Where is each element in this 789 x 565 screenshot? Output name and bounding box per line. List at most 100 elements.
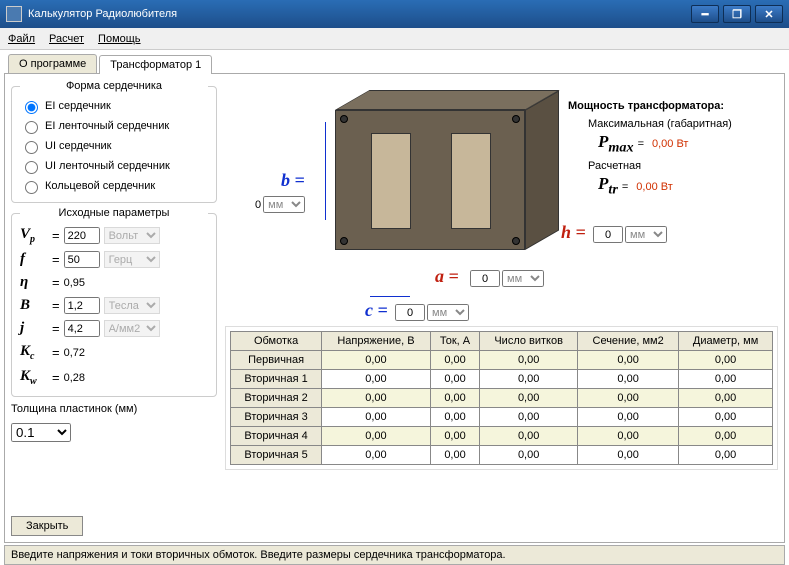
cell-turns: 0,00 xyxy=(480,351,578,370)
minimize-button[interactable]: ━ xyxy=(691,5,719,23)
ptr-value: 0,00 Вт xyxy=(636,181,672,193)
cell-winding-name: Вторичная 5 xyxy=(231,446,322,465)
cell-voltage[interactable]: 0,00 xyxy=(322,389,431,408)
th-winding: Обмотка xyxy=(231,332,322,351)
cell-diameter: 0,00 xyxy=(679,446,773,465)
cell-diameter: 0,00 xyxy=(679,351,773,370)
dim-a-unit[interactable]: мм xyxy=(502,270,544,287)
menu-calc[interactable]: Расчет xyxy=(49,33,84,45)
tab-transformer-1[interactable]: Трансформатор 1 xyxy=(99,55,212,74)
dim-h-label: h = xyxy=(561,222,586,243)
dim-b-value: 0 xyxy=(255,199,261,211)
cell-section: 0,00 xyxy=(578,446,679,465)
table-row: Вторичная 50,000,000,000,000,00 xyxy=(231,446,773,465)
dim-b-label: b = xyxy=(281,170,305,191)
input-b[interactable] xyxy=(64,297,100,314)
unit-j[interactable]: А/мм2 xyxy=(104,320,160,337)
dim-b-unit[interactable]: мм xyxy=(263,196,305,213)
input-vp[interactable] xyxy=(64,227,100,244)
cell-current[interactable]: 0,00 xyxy=(430,389,479,408)
sym-f: f xyxy=(20,251,48,268)
th-section: Сечение, мм2 xyxy=(578,332,679,351)
cell-voltage[interactable]: 0,00 xyxy=(322,446,431,465)
cell-section: 0,00 xyxy=(578,427,679,446)
cell-current[interactable]: 0,00 xyxy=(430,351,479,370)
menubar: Файл Расчет Помощь xyxy=(0,28,789,50)
sym-kw: Kw xyxy=(20,368,48,387)
screw-icon xyxy=(512,115,520,123)
cell-winding-name: Вторичная 4 xyxy=(231,427,322,446)
unit-f[interactable]: Герц xyxy=(104,251,160,268)
radio-ei-tape[interactable]: EI ленточный сердечник xyxy=(20,116,208,136)
table-row: Вторичная 40,000,000,000,000,00 xyxy=(231,427,773,446)
cell-winding-name: Вторичная 3 xyxy=(231,408,322,427)
cell-turns: 0,00 xyxy=(480,427,578,446)
cell-diameter: 0,00 xyxy=(679,427,773,446)
tab-about[interactable]: О программе xyxy=(8,54,97,73)
dim-c-input[interactable] xyxy=(395,304,425,321)
cell-diameter: 0,00 xyxy=(679,370,773,389)
pmax-value: 0,00 Вт xyxy=(652,138,688,150)
windings-table: Обмотка Напряжение, В Ток, А Число витко… xyxy=(230,331,773,465)
tab-strip: О программе Трансформатор 1 xyxy=(8,54,789,73)
table-row: Вторичная 30,000,000,000,000,00 xyxy=(231,408,773,427)
core-window-1 xyxy=(371,133,411,229)
power-calc-label: Расчетная xyxy=(588,160,778,172)
cell-current[interactable]: 0,00 xyxy=(430,446,479,465)
sym-j: j xyxy=(20,320,48,337)
radio-ui-tape[interactable]: UI ленточный сердечник xyxy=(20,156,208,176)
maximize-button[interactable]: ❐ xyxy=(723,5,751,23)
plate-thickness-select[interactable]: 0.1 xyxy=(11,423,71,442)
dim-c-unit[interactable]: мм xyxy=(427,304,469,321)
dim-a-label: a = xyxy=(435,266,459,287)
cell-current[interactable]: 0,00 xyxy=(430,370,479,389)
source-params-group: Исходные параметры Vp=Вольт f=Герц η=0,9… xyxy=(11,207,217,397)
cell-voltage[interactable]: 0,00 xyxy=(322,351,431,370)
core-side-face xyxy=(525,90,559,250)
th-voltage: Напряжение, В xyxy=(322,332,431,351)
cell-voltage[interactable]: 0,00 xyxy=(322,370,431,389)
close-button[interactable]: ✕ xyxy=(755,5,783,23)
cell-section: 0,00 xyxy=(578,370,679,389)
dim-h-unit[interactable]: мм xyxy=(625,226,667,243)
power-block: Мощность трансформатора: Максимальная (г… xyxy=(568,100,778,199)
cell-turns: 0,00 xyxy=(480,446,578,465)
cell-turns: 0,00 xyxy=(480,408,578,427)
radio-ei[interactable]: EI сердечник xyxy=(20,96,208,116)
sym-vp: Vp xyxy=(20,226,48,245)
val-kc: 0,72 xyxy=(64,347,85,359)
cell-current[interactable]: 0,00 xyxy=(430,408,479,427)
val-eta: 0,95 xyxy=(64,277,85,289)
cell-current[interactable]: 0,00 xyxy=(430,427,479,446)
input-f[interactable] xyxy=(64,251,100,268)
menu-file[interactable]: Файл xyxy=(8,33,35,45)
cell-voltage[interactable]: 0,00 xyxy=(322,408,431,427)
input-j[interactable] xyxy=(64,320,100,337)
table-row: Вторичная 20,000,000,000,000,00 xyxy=(231,389,773,408)
menu-help[interactable]: Помощь xyxy=(98,33,141,45)
cell-winding-name: Вторичная 2 xyxy=(231,389,322,408)
screw-icon xyxy=(340,115,348,123)
core-window-2 xyxy=(451,133,491,229)
sym-kc: Kc xyxy=(20,343,48,362)
close-panel-button[interactable]: Закрыть xyxy=(11,516,83,536)
unit-b[interactable]: Тесла xyxy=(104,297,160,314)
radio-ui[interactable]: UI сердечник xyxy=(20,136,208,156)
val-kw: 0,28 xyxy=(64,372,85,384)
status-text: Введите напряжения и токи вторичных обмо… xyxy=(11,549,506,561)
cell-voltage[interactable]: 0,00 xyxy=(322,427,431,446)
radio-toroid[interactable]: Кольцевой сердечник xyxy=(20,176,208,196)
unit-vp[interactable]: Вольт xyxy=(104,227,160,244)
plate-thickness-label: Толщина пластинок (мм) xyxy=(11,403,137,415)
cell-diameter: 0,00 xyxy=(679,389,773,408)
cell-section: 0,00 xyxy=(578,351,679,370)
core-top-face xyxy=(335,90,560,110)
dim-c-label: c = xyxy=(365,300,388,321)
windings-table-wrap: Обмотка Напряжение, В Ток, А Число витко… xyxy=(225,326,778,470)
dim-a-input[interactable] xyxy=(470,270,500,287)
th-turns: Число витков xyxy=(480,332,578,351)
table-row: Первичная0,000,000,000,000,00 xyxy=(231,351,773,370)
cell-winding-name: Первичная xyxy=(231,351,322,370)
dim-h-input[interactable] xyxy=(593,226,623,243)
th-current: Ток, А xyxy=(430,332,479,351)
